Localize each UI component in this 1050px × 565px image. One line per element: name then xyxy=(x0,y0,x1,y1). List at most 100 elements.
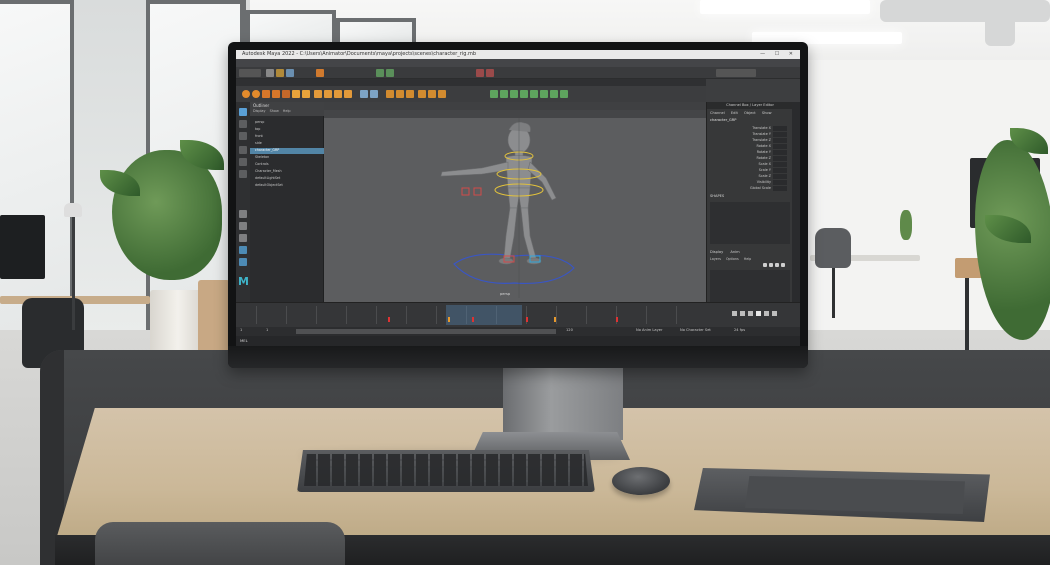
outliner-item[interactable]: defaultObjectSet xyxy=(255,183,283,187)
lasso-tool-icon[interactable] xyxy=(239,120,247,128)
current-frame-field[interactable]: 1 xyxy=(266,328,268,332)
layer-editor-tabs[interactable]: Display Anim xyxy=(710,250,740,254)
attribute-value-field[interactable] xyxy=(773,150,787,155)
outliner-item[interactable]: top xyxy=(255,127,260,131)
play-backward-icon[interactable] xyxy=(748,311,753,316)
workspace-dropdown[interactable] xyxy=(716,69,756,77)
ipr-render-icon[interactable] xyxy=(486,69,494,77)
constraint-icon[interactable] xyxy=(282,90,290,98)
layout-icon[interactable] xyxy=(239,234,247,242)
go-to-start-icon[interactable] xyxy=(732,311,737,316)
open-scene-icon[interactable] xyxy=(276,69,284,77)
joint-tool-icon[interactable] xyxy=(242,90,250,98)
outliner-item[interactable]: Character_Mesh xyxy=(255,169,282,173)
keyframe-marker[interactable] xyxy=(388,317,390,322)
outliner-item[interactable]: side xyxy=(255,141,262,145)
attribute-value-field[interactable] xyxy=(773,180,787,185)
cube-icon[interactable] xyxy=(396,90,404,98)
range-start-field[interactable]: 1 xyxy=(240,328,242,332)
wire-icon[interactable] xyxy=(370,90,378,98)
anim-key-icon[interactable] xyxy=(490,90,498,98)
new-layer-icon[interactable] xyxy=(781,263,785,267)
blend-shape-icon[interactable] xyxy=(386,90,394,98)
new-scene-icon[interactable] xyxy=(266,69,274,77)
dope-sheet-icon[interactable] xyxy=(520,90,528,98)
text-icon[interactable] xyxy=(334,90,342,98)
play-forward-icon[interactable] xyxy=(756,311,761,316)
move-tool-icon[interactable] xyxy=(239,146,247,154)
new-layer-icon[interactable] xyxy=(775,263,779,267)
paint-select-icon[interactable] xyxy=(239,132,247,140)
scale-tool-icon[interactable] xyxy=(239,170,247,178)
attribute-value-field[interactable] xyxy=(773,138,787,143)
attribute-value-field[interactable] xyxy=(773,156,787,161)
skin-icon[interactable] xyxy=(428,90,436,98)
select-mode-icon[interactable] xyxy=(316,69,324,77)
menu-set-dropdown[interactable] xyxy=(239,69,261,77)
outliner-item[interactable]: front xyxy=(255,134,263,138)
save-scene-icon[interactable] xyxy=(286,69,294,77)
snap-curve-icon[interactable] xyxy=(386,69,394,77)
attribute-value-field[interactable] xyxy=(773,126,787,131)
window-controls[interactable]: — ☐ ✕ xyxy=(760,51,797,57)
playblast-icon[interactable] xyxy=(550,90,558,98)
text-icon[interactable] xyxy=(314,90,322,98)
attribute-value-field[interactable] xyxy=(773,186,787,191)
outliner-item-selected[interactable]: character_GRP xyxy=(255,148,279,152)
keyframe-marker[interactable] xyxy=(526,317,528,322)
locator-icon[interactable] xyxy=(292,90,300,98)
anim-key-icon[interactable] xyxy=(500,90,508,98)
layout-icon[interactable] xyxy=(239,246,247,254)
anim-layer-dropdown[interactable]: No Anim Layer xyxy=(636,328,662,332)
outliner-item[interactable]: Skeleton xyxy=(255,155,269,159)
go-to-end-icon[interactable] xyxy=(772,311,777,316)
attribute-value-field[interactable] xyxy=(773,168,787,173)
ghost-icon[interactable] xyxy=(560,90,568,98)
attribute-value-field[interactable] xyxy=(773,174,787,179)
trax-editor-icon[interactable] xyxy=(530,90,538,98)
text-icon[interactable] xyxy=(324,90,332,98)
hair-icon[interactable] xyxy=(438,90,446,98)
cluster-icon[interactable] xyxy=(302,90,310,98)
character-set-dropdown[interactable]: No Character Set xyxy=(680,328,711,332)
new-layer-icon[interactable] xyxy=(769,263,773,267)
range-slider-bar[interactable] xyxy=(296,329,556,334)
keyframe-marker[interactable] xyxy=(554,317,556,322)
layout-icon[interactable] xyxy=(239,258,247,266)
channel-box-menu[interactable]: Channel Edit Object Show xyxy=(710,111,772,115)
command-line[interactable]: MEL xyxy=(236,336,800,346)
four-view-icon[interactable] xyxy=(239,222,247,230)
outliner-menu[interactable]: Display Show Help xyxy=(253,109,291,113)
attribute-value-field[interactable] xyxy=(773,144,787,149)
step-forward-icon[interactable] xyxy=(764,311,769,316)
curve-icon[interactable] xyxy=(418,90,426,98)
single-view-icon[interactable] xyxy=(239,210,247,218)
ik-handle-icon[interactable] xyxy=(252,90,260,98)
new-layer-icon[interactable] xyxy=(763,263,767,267)
graph-editor-icon[interactable] xyxy=(510,90,518,98)
fps-dropdown[interactable]: 24 fps xyxy=(734,328,745,332)
text-icon[interactable] xyxy=(344,90,352,98)
lattice-icon[interactable] xyxy=(360,90,368,98)
paint-weights-icon[interactable] xyxy=(272,90,280,98)
keyframe-marker[interactable] xyxy=(616,317,618,322)
attribute-value-field[interactable] xyxy=(773,162,787,167)
rotate-tool-icon[interactable] xyxy=(239,158,247,166)
cylinder-icon[interactable] xyxy=(406,90,414,98)
bind-skin-icon[interactable] xyxy=(262,90,270,98)
step-back-icon[interactable] xyxy=(740,311,745,316)
range-end-field[interactable]: 120 xyxy=(566,328,573,332)
outliner-item[interactable]: Controls xyxy=(255,162,269,166)
time-editor-icon[interactable] xyxy=(540,90,548,98)
viewport-panel[interactable]: View Shading Lighting Show Renderer Pane… xyxy=(324,102,706,302)
select-tool-icon[interactable] xyxy=(239,108,247,116)
time-slider[interactable] xyxy=(236,302,800,327)
keyframe-marker[interactable] xyxy=(472,317,474,322)
outliner-item[interactable]: defaultLightSet xyxy=(255,176,280,180)
keyframe-marker[interactable] xyxy=(448,317,450,322)
snap-grid-icon[interactable] xyxy=(376,69,384,77)
layer-editor-menu[interactable]: Layers Options Help xyxy=(710,257,751,261)
outliner-item[interactable]: persp xyxy=(255,120,264,124)
side-tabs[interactable] xyxy=(792,102,800,302)
attribute-value-field[interactable] xyxy=(773,132,787,137)
